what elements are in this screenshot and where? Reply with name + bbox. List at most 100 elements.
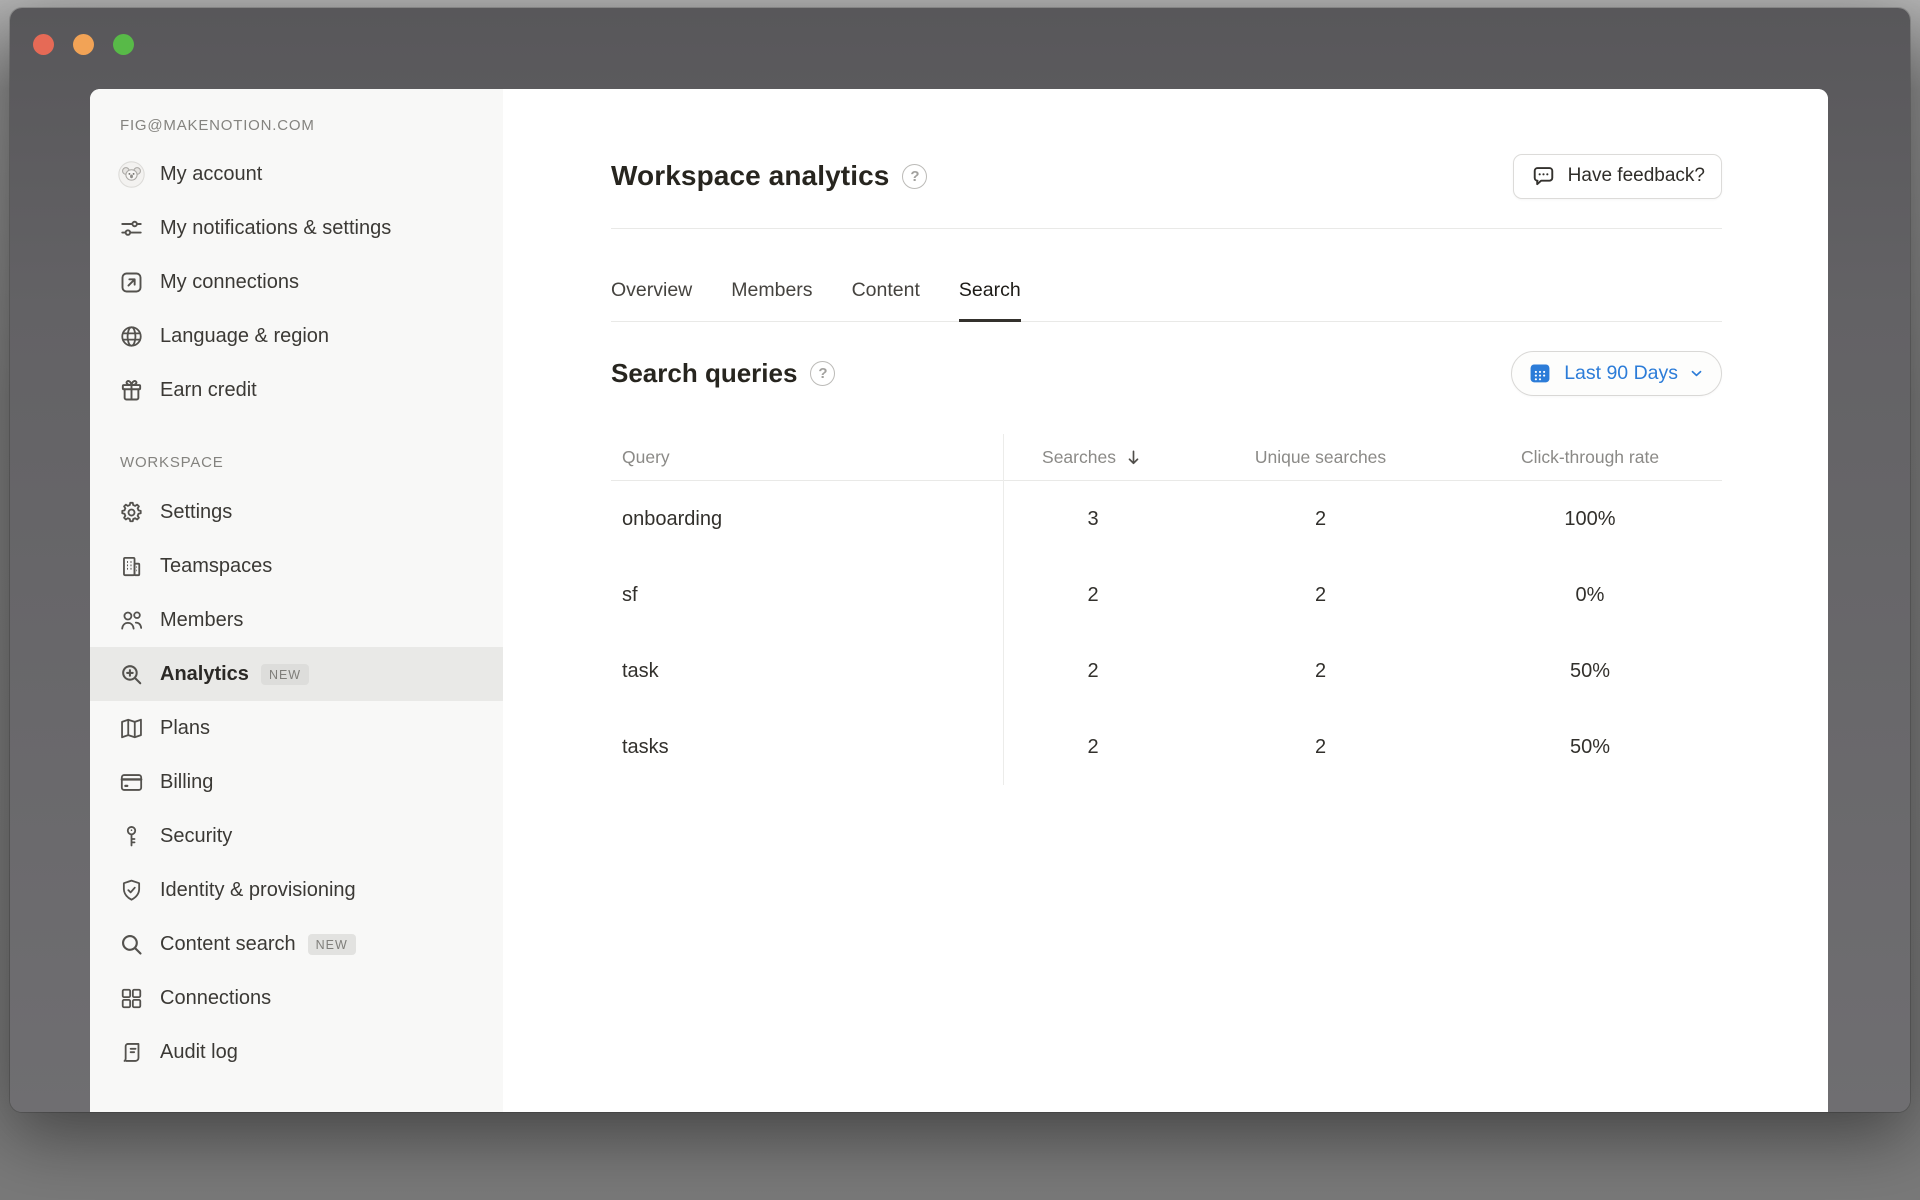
table-row: task 2 2 50% [611,633,1722,709]
analytics-main-panel: Workspace analytics ? Have feedback? Ove… [503,89,1828,1112]
settings-sidebar: FIG@MAKENOTION.COM My account My notific… [90,89,503,1112]
tab-content[interactable]: Content [852,279,920,322]
cell-click-through-rate: 0% [1458,584,1722,607]
page-header: Workspace analytics ? Have feedback? [611,153,1722,199]
cell-query: onboarding [611,508,1003,531]
sidebar-item-audit-log[interactable]: Audit log [90,1025,503,1079]
chevron-down-icon [1689,360,1704,387]
help-icon[interactable]: ? [902,164,927,189]
sidebar-item-label: Identity & provisioning [160,873,356,908]
feedback-bubble-icon [1530,163,1557,190]
sidebar-item-billing[interactable]: Billing [90,755,503,809]
magnifier-icon [118,931,145,958]
cell-click-through-rate: 50% [1458,660,1722,683]
avatar-koala-icon [118,161,145,188]
have-feedback-label: Have feedback? [1568,165,1705,187]
column-header-query[interactable]: Query [611,447,1003,468]
sidebar-item-label: Billing [160,765,213,800]
sidebar-item-label: Plans [160,711,210,746]
key-icon [118,823,145,850]
tab-members[interactable]: Members [731,279,812,322]
account-email-label: FIG@MAKENOTION.COM [120,117,503,134]
sidebar-item-label: Members [160,603,243,638]
table-row: tasks 2 2 50% [611,709,1722,785]
column-header-unique-searches[interactable]: Unique searches [1183,447,1458,468]
sidebar-item-connections[interactable]: Connections [90,971,503,1025]
shield-check-icon [118,877,145,904]
sidebar-item-earn-credit[interactable]: Earn credit [90,363,503,417]
date-range-dropdown[interactable]: Last 90 Days [1511,351,1722,396]
sliders-icon [118,215,145,242]
globe-icon [118,323,145,350]
sidebar-item-label: My account [160,157,262,192]
table-row: onboarding 3 2 100% [611,481,1722,557]
table-header-row: Query Searches Unique searches Click-thr… [611,434,1722,481]
sidebar-item-notifications-settings[interactable]: My notifications & settings [90,201,503,255]
sidebar-item-label: My notifications & settings [160,211,391,246]
sidebar-item-my-connections[interactable]: My connections [90,255,503,309]
have-feedback-button[interactable]: Have feedback? [1513,154,1722,199]
map-icon [118,715,145,742]
cell-query: sf [611,584,1003,607]
sidebar-item-label: Connections [160,981,271,1016]
sidebar-item-language-region[interactable]: Language & region [90,309,503,363]
credit-card-icon [118,769,145,796]
sidebar-item-label: Security [160,819,232,854]
sidebar-item-my-account[interactable]: My account [90,147,503,201]
sidebar-item-label: Analytics [160,657,249,692]
header-divider [611,228,1722,229]
sidebar-item-label: Teamspaces [160,549,272,584]
sidebar-item-label: Earn credit [160,373,257,408]
date-range-label: Last 90 Days [1564,362,1678,385]
cell-click-through-rate: 100% [1458,508,1722,531]
sidebar-item-analytics[interactable]: Analytics NEW [90,647,503,701]
search-queries-table: Query Searches Unique searches Click-thr… [611,434,1722,785]
window-controls [33,34,134,55]
new-badge: NEW [308,934,356,955]
search-queries-header: Search queries ? Last 90 Days [611,350,1722,396]
magnifier-plus-icon [118,661,145,688]
building-icon [118,553,145,580]
sidebar-item-label: Language & region [160,319,329,354]
sidebar-item-label: My connections [160,265,299,300]
cell-unique-searches: 2 [1183,660,1458,683]
minimize-window-button[interactable] [73,34,94,55]
sidebar-item-plans[interactable]: Plans [90,701,503,755]
column-header-click-through-rate[interactable]: Click-through rate [1458,447,1722,468]
gear-icon [118,499,145,526]
cell-click-through-rate: 50% [1458,736,1722,759]
close-window-button[interactable] [33,34,54,55]
workspace-section-label: WORKSPACE [120,451,503,475]
sidebar-item-settings[interactable]: Settings [90,485,503,539]
zoom-window-button[interactable] [113,34,134,55]
table-column-divider [1003,434,1004,785]
column-header-searches[interactable]: Searches [1003,447,1183,468]
cell-query: tasks [611,736,1003,759]
sidebar-item-members[interactable]: Members [90,593,503,647]
column-header-label: Searches [1042,447,1116,468]
cell-searches: 3 [1003,508,1183,531]
cell-searches: 2 [1003,584,1183,607]
sidebar-item-label: Settings [160,495,232,530]
help-icon[interactable]: ? [810,361,835,386]
analytics-tabs: Overview Members Content Search [611,279,1722,322]
cell-query: task [611,660,1003,683]
sidebar-item-identity-provisioning[interactable]: Identity & provisioning [90,863,503,917]
sort-descending-icon [1123,447,1144,468]
grid-icon [118,985,145,1012]
scroll-icon [118,1039,145,1066]
page-title: Workspace analytics [611,160,889,192]
new-badge: NEW [261,664,309,685]
cell-unique-searches: 2 [1183,736,1458,759]
app-window: FIG@MAKENOTION.COM My account My notific… [10,8,1910,1112]
sidebar-item-content-search[interactable]: Content search NEW [90,917,503,971]
sidebar-item-label: Content search [160,927,296,962]
sidebar-item-teamspaces[interactable]: Teamspaces [90,539,503,593]
tab-overview[interactable]: Overview [611,279,692,322]
cell-searches: 2 [1003,736,1183,759]
people-icon [118,607,145,634]
cell-searches: 2 [1003,660,1183,683]
tab-search[interactable]: Search [959,279,1021,322]
gift-icon [118,377,145,404]
sidebar-item-security[interactable]: Security [90,809,503,863]
